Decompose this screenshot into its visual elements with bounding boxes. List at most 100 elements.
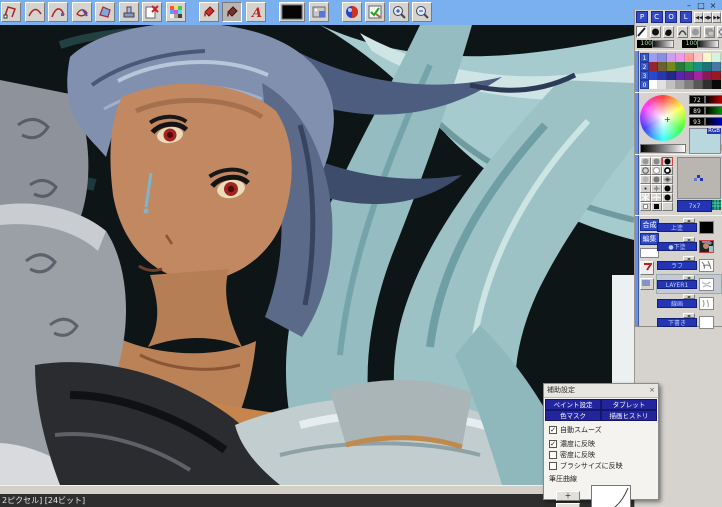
current-color-swatch[interactable]: [279, 2, 306, 22]
palette-swatch[interactable]: [685, 62, 694, 71]
palette-swatch[interactable]: [685, 80, 694, 89]
rainbow-palette-tool-icon[interactable]: [165, 2, 186, 22]
palette-swatch[interactable]: [694, 62, 703, 71]
brush-size-field[interactable]: 7x7: [677, 200, 712, 212]
palette-swatch[interactable]: [685, 53, 694, 62]
palette-swatch[interactable]: [712, 80, 721, 89]
palette-swatch[interactable]: [658, 80, 667, 89]
tip-soft-circle[interactable]: [640, 175, 651, 184]
layer-name[interactable]: LAYER1: [657, 280, 697, 289]
palette-swatch[interactable]: [676, 80, 685, 89]
palette-row-label[interactable]: 1: [640, 53, 649, 62]
palette-swatch[interactable]: [649, 80, 658, 89]
palette-swatch[interactable]: [649, 53, 658, 62]
palette-swatch[interactable]: [667, 53, 676, 62]
palette-drag-handle[interactable]: [635, 51, 639, 93]
blue-slider[interactable]: [705, 117, 722, 126]
red-slider[interactable]: [705, 95, 722, 104]
layer-thumbnail[interactable]: [699, 221, 714, 234]
tab-l[interactable]: L: [679, 11, 692, 23]
palette-swatch[interactable]: [658, 71, 667, 80]
arc-tool-icon[interactable]: [676, 26, 688, 38]
tab-paint-settings[interactable]: ペイント設定: [545, 399, 601, 410]
tip-solid-black-circle-selected[interactable]: [662, 157, 673, 166]
palette-swatch[interactable]: [676, 62, 685, 71]
tip-white-circle[interactable]: [651, 166, 662, 175]
checkbox-icon[interactable]: ✓: [549, 440, 557, 448]
filled-polygon-tool-icon[interactable]: [95, 2, 116, 22]
curve-tool-icon[interactable]: [24, 2, 45, 22]
layer-row[interactable]: ◂▸ ラフ: [657, 256, 721, 274]
tab-c[interactable]: C: [650, 11, 663, 23]
palette-row-label[interactable]: 0: [640, 80, 649, 89]
layer-thumbnail[interactable]: [699, 278, 714, 291]
brush-density-slider[interactable]: [697, 40, 720, 48]
tip-empty[interactable]: [662, 202, 673, 211]
dot-brush-icon[interactable]: [649, 26, 661, 38]
tip-soft-gray-circle[interactable]: [640, 157, 651, 166]
path-pen-tool-icon[interactable]: [71, 2, 92, 22]
palette-swatch[interactable]: [649, 62, 658, 71]
layer-name[interactable]: 線画: [657, 299, 697, 308]
palette-swatch[interactable]: [703, 53, 712, 62]
fill-bucket-tool-icon[interactable]: [198, 2, 219, 22]
layer-thumbnail[interactable]: [699, 316, 714, 329]
color-sphere-tool-icon[interactable]: [341, 2, 362, 22]
palette-swatch[interactable]: [703, 80, 712, 89]
zoom-in-tool-icon[interactable]: [388, 2, 409, 22]
layer-thumbnail[interactable]: [699, 259, 714, 272]
blob-brush-icon[interactable]: [663, 26, 675, 38]
palette-swatch[interactable]: [712, 71, 721, 80]
close-button[interactable]: ×: [707, 1, 719, 10]
brush-tip-drag-handle[interactable]: [635, 155, 639, 216]
palette-swatch[interactable]: [676, 71, 685, 80]
layer-name[interactable]: 下書き: [657, 318, 697, 327]
tip-flake[interactable]: [640, 193, 651, 202]
brush-size-slider[interactable]: [652, 40, 674, 48]
nav-prev-button[interactable]: ◀▶: [703, 12, 713, 23]
minimize-button[interactable]: –: [683, 1, 695, 10]
layer-thumbnail[interactable]: [699, 297, 714, 310]
tab-color-mask[interactable]: 色マスク: [545, 410, 601, 421]
nav-first-button[interactable]: ◀◀: [694, 12, 704, 23]
checkbox-density-reflect[interactable]: ✓ 濃度に反映: [549, 439, 658, 450]
stamp-tool-icon[interactable]: [118, 2, 139, 22]
palette-swatch[interactable]: [703, 62, 712, 71]
palette-swatch[interactable]: [712, 62, 721, 71]
gradient-check-tool-icon[interactable]: [365, 2, 386, 22]
checkbox-brushsize-reflect[interactable]: ブラシサイズに反映: [549, 461, 658, 472]
layer-thumbnail-selected[interactable]: [699, 239, 714, 253]
palette-swatch[interactable]: [667, 80, 676, 89]
tip-flake[interactable]: [651, 193, 662, 202]
tip-checker-diamond[interactable]: [662, 175, 673, 184]
tab-draw-history[interactable]: 描画ヒストリ: [601, 410, 657, 421]
tip-ring[interactable]: [640, 166, 651, 175]
tab-tablet[interactable]: タブレット: [601, 399, 657, 410]
tip-solid-black-circle[interactable]: [662, 193, 673, 202]
palette-swatch[interactable]: [712, 53, 721, 62]
layer-row-active[interactable]: ◂▸ LAYER1: [656, 274, 722, 294]
color-wheel[interactable]: +: [640, 95, 686, 141]
dialog-close-icon[interactable]: ×: [649, 384, 655, 397]
checkbox-icon[interactable]: [549, 451, 557, 459]
tip-black-square[interactable]: [651, 202, 662, 211]
eraser-diamond-icon[interactable]: [717, 26, 722, 38]
palette-swatch[interactable]: [649, 71, 658, 80]
fill-bucket-alt-tool-icon[interactable]: [222, 2, 243, 22]
pen-tool-icon[interactable]: [636, 26, 647, 38]
bezier-curve-tool-icon[interactable]: [48, 2, 69, 22]
tip-solid-black-circle[interactable]: [662, 184, 673, 193]
canvas-select-tool-icon[interactable]: [308, 2, 329, 22]
curve-plus-button[interactable]: ＋: [556, 491, 580, 501]
palette-swatch[interactable]: [694, 71, 703, 80]
color-wheel-drag-handle[interactable]: [635, 93, 639, 155]
layer-name[interactable]: 上塗: [657, 223, 697, 232]
tip-small-square[interactable]: [640, 202, 651, 211]
circle-tool-icon[interactable]: [690, 26, 702, 38]
palette-swatch[interactable]: [685, 71, 694, 80]
tip-grid-icon[interactable]: [712, 200, 721, 210]
drawing-canvas[interactable]: [0, 21, 635, 486]
palette-swatch[interactable]: [658, 62, 667, 71]
tip-star-texture[interactable]: [651, 184, 662, 193]
nav-next-button[interactable]: ▶▶: [712, 12, 722, 23]
